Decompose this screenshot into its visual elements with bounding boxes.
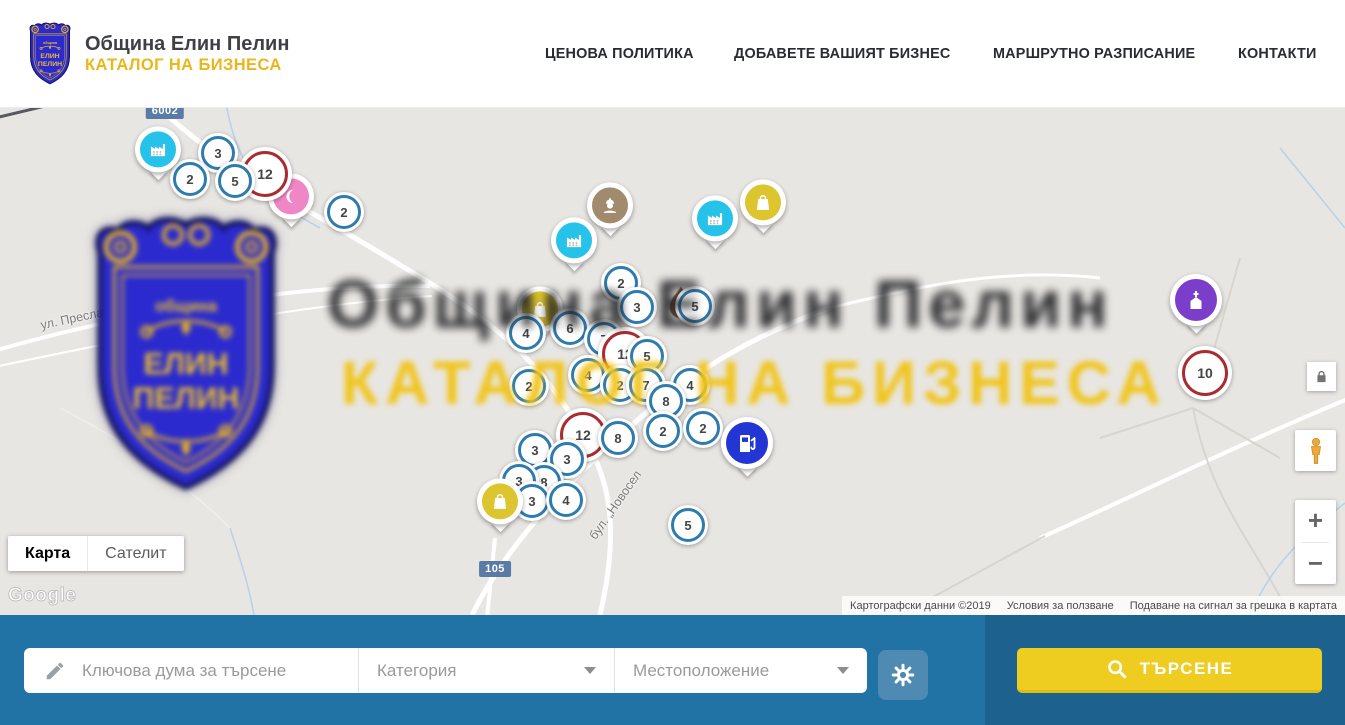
- map-cluster-marker[interactable]: 2: [643, 411, 683, 451]
- chevron-down-icon: [584, 667, 596, 674]
- municipality-emblem-icon: [25, 22, 75, 86]
- map-canvas[interactable]: 6002105ул. Преславбул. „Новосел 12325223…: [0, 108, 1345, 615]
- search-settings-button[interactable]: [878, 650, 928, 700]
- lock-button[interactable]: [1307, 362, 1336, 391]
- map-pin-factory[interactable]: [135, 126, 181, 177]
- map-attribution: Картографски данни ©2019 Условия за полз…: [842, 596, 1345, 615]
- map-cluster-marker[interactable]: 2: [509, 366, 549, 406]
- search-bar: Категория Местоположение ТЪРСЕНЕ: [0, 615, 1345, 725]
- pencil-icon: [44, 660, 66, 682]
- site-title: Община Елин Пелин: [85, 32, 289, 56]
- map-cluster-marker[interactable]: 4: [546, 480, 586, 520]
- map-cluster-marker[interactable]: 2: [324, 192, 364, 232]
- site-header: Община Елин Пелин КАТАЛОГ НА БИЗНЕСА ЦЕН…: [0, 0, 1345, 108]
- chevron-down-icon: [837, 667, 849, 674]
- site-logo[interactable]: Община Елин Пелин КАТАЛОГ НА БИЗНЕСА: [25, 22, 289, 86]
- map-cluster-marker[interactable]: 3: [617, 287, 657, 327]
- map-pin-church[interactable]: [1170, 274, 1222, 331]
- zoom-control: + −: [1295, 500, 1336, 584]
- search-fields-group: Категория Местоположение: [24, 648, 867, 693]
- map-pin-bag[interactable]: [740, 179, 786, 230]
- street-view-pegman-button[interactable]: [1295, 430, 1336, 471]
- site-subtitle: КАТАЛОГ НА БИЗНЕСА: [85, 56, 289, 76]
- nav-route-schedule[interactable]: МАРШРУТНО РАЗПИСАНИЕ: [993, 45, 1195, 62]
- nav-add-your-business[interactable]: ДОБАВЕТЕ ВАШИЯТ БИЗНЕС: [734, 45, 950, 62]
- lock-icon: [1314, 369, 1329, 384]
- nav-pricing-policy[interactable]: ЦЕНОВА ПОЛИТИКА: [545, 45, 694, 62]
- map-pin-fuel[interactable]: [721, 417, 773, 474]
- pegman-icon: [1304, 437, 1328, 465]
- map-pin-factory[interactable]: [692, 195, 738, 246]
- keyword-search-input[interactable]: [80, 660, 358, 682]
- map-cluster-marker[interactable]: 10: [1178, 346, 1232, 400]
- nav-contacts[interactable]: КОНТАКТИ: [1238, 45, 1317, 62]
- map-cluster-marker[interactable]: 2: [683, 408, 723, 448]
- map-pin-factory[interactable]: [551, 217, 597, 268]
- google-logo[interactable]: Google: [8, 585, 76, 607]
- map-cluster-marker[interactable]: 5: [668, 505, 708, 545]
- map-type-satellite-button[interactable]: Сателит: [87, 536, 183, 571]
- map-type-control: Карта Сателит: [8, 536, 184, 571]
- category-select-value: Категория: [377, 661, 456, 681]
- zoom-in-button[interactable]: +: [1295, 500, 1336, 542]
- map-cluster-marker[interactable]: 5: [675, 286, 715, 326]
- attribution-report-error-link[interactable]: Подаване на сигнал за грешка в картата: [1122, 600, 1345, 612]
- location-select[interactable]: Местоположение: [614, 648, 867, 693]
- attribution-copyright: Картографски данни ©2019: [842, 600, 999, 612]
- zoom-out-button[interactable]: −: [1295, 543, 1336, 585]
- map-cluster-marker[interactable]: 5: [215, 161, 255, 201]
- road-number-badge: 6002: [146, 108, 184, 119]
- main-nav: ЦЕНОВА ПОЛИТИКА ДОБАВЕТЕ ВАШИЯТ БИЗНЕС М…: [545, 45, 1320, 62]
- map-pin-bag[interactable]: [477, 478, 523, 529]
- map-cluster-marker[interactable]: 8: [598, 418, 638, 458]
- search-button[interactable]: ТЪРСЕНЕ: [1017, 648, 1322, 693]
- road-number-badge: 105: [479, 561, 511, 577]
- location-select-value: Местоположение: [633, 661, 769, 681]
- keyword-field: [24, 648, 358, 693]
- attribution-terms-link[interactable]: Условия за ползване: [999, 600, 1122, 612]
- map-cluster-marker[interactable]: 4: [506, 313, 546, 353]
- category-select[interactable]: Категория: [358, 648, 614, 693]
- gear-icon: [891, 663, 915, 687]
- search-button-label: ТЪРСЕНЕ: [1140, 659, 1234, 679]
- map-type-map-button[interactable]: Карта: [8, 536, 87, 571]
- search-icon: [1106, 658, 1128, 680]
